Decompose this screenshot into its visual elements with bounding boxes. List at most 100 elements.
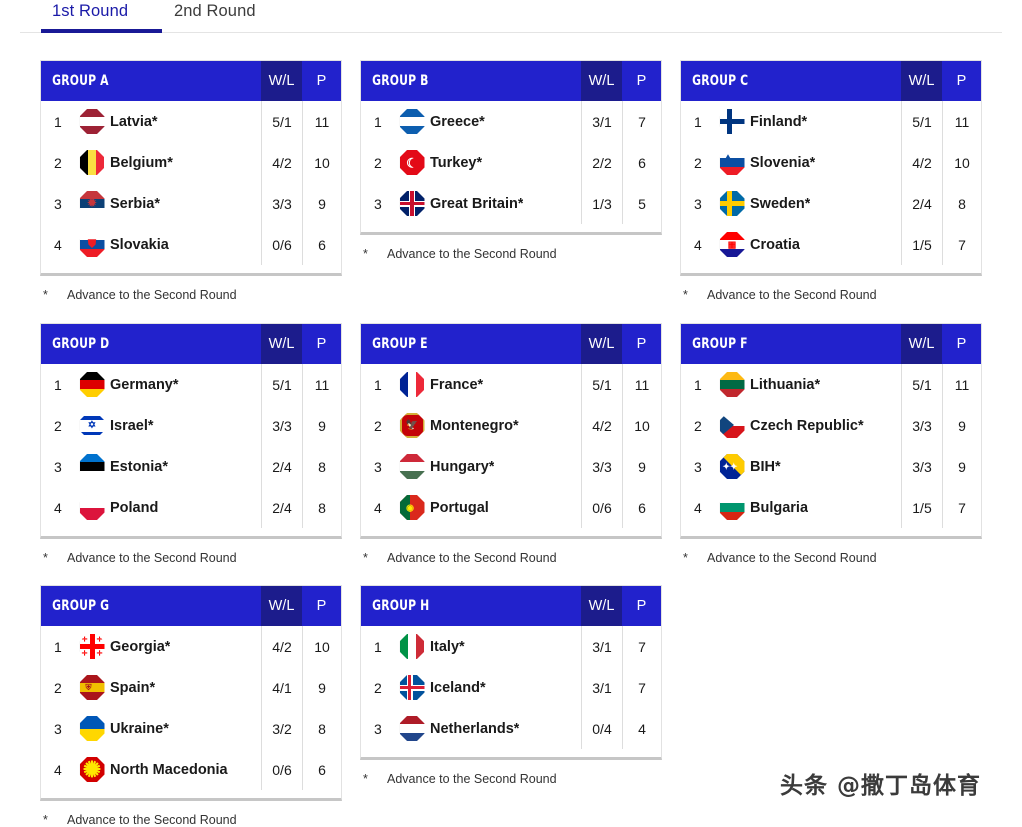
group-header: GROUP A W/L P	[41, 61, 341, 101]
group-header: GROUP F W/L P	[681, 324, 981, 364]
card-bottom-pad	[41, 790, 341, 798]
team-flag-icon: ⛊	[74, 232, 110, 257]
card-bottom-pad	[681, 265, 981, 273]
team-wl: 4/2	[261, 142, 302, 183]
group-card: GROUP C W/L P 1 Finland* 5/1 11 2 ⛰ Slovenia* 4/2 1…	[680, 60, 982, 276]
team-flag-icon: ✹	[74, 191, 110, 216]
team-cell: 1 Italy*	[361, 626, 581, 667]
table-row[interactable]: 2 ⛰ Slovenia* 4/2 10	[681, 142, 981, 183]
team-points: 11	[622, 364, 661, 405]
team-flag-icon	[74, 495, 110, 520]
table-row[interactable]: 4 ✺ North Macedonia 0/6 6	[41, 749, 341, 790]
team-rank: 3	[694, 458, 702, 475]
team-name: North Macedonia	[110, 761, 228, 778]
team-wl: 0/4	[581, 708, 622, 749]
flag-slovakia: ⛊	[79, 232, 105, 257]
table-row[interactable]: 4 ▦ Croatia 1/5 7	[681, 224, 981, 265]
group-card: GROUP B W/L P 1 Greece* 3/1 7 2 ☾ Turkey* 2/2 6 3 Gre…	[360, 60, 662, 235]
team-cell: 3 Estonia*	[41, 446, 261, 487]
table-row[interactable]: 4 ◉ Portugal 0/6 6	[361, 487, 661, 528]
table-row[interactable]: 1 Germany* 5/1 11	[41, 364, 341, 405]
table-row[interactable]: 1 Latvia* 5/1 11	[41, 101, 341, 142]
team-flag-icon	[74, 109, 110, 134]
team-cell: 2 ✡ Israel*	[41, 405, 261, 446]
column-header-p: P	[636, 598, 647, 614]
team-rank: 3	[374, 458, 382, 475]
table-row[interactable]: 1 Greece* 3/1 7	[361, 101, 661, 142]
table-row[interactable]: 2 ☾ Turkey* 2/2 6	[361, 142, 661, 183]
flag-germany	[79, 372, 105, 397]
flag-portugal: ◉	[399, 495, 425, 520]
advance-footnote: * Advance to the Second Round	[43, 813, 237, 827]
table-row[interactable]: 2 Belgium* 4/2 10	[41, 142, 341, 183]
flag-turkey: ☾	[399, 150, 425, 175]
team-name: Poland	[110, 499, 159, 516]
table-row[interactable]: 2 ⛨ Spain* 4/1 9	[41, 667, 341, 708]
team-flag-icon	[394, 109, 430, 134]
team-name: Great Britain*	[430, 195, 524, 212]
table-row[interactable]: 3 Ukraine* 3/2 8	[41, 708, 341, 749]
team-flag-icon	[714, 495, 750, 520]
team-name: Ukraine*	[110, 720, 169, 737]
team-points: 11	[302, 101, 341, 142]
team-wl: 1/5	[901, 224, 942, 265]
table-row[interactable]: 4 Poland 2/4 8	[41, 487, 341, 528]
group-card: GROUP D W/L P 1 Germany* 5/1 11 2 ✡ Israel* 3/3 9 3 E…	[40, 323, 342, 539]
table-row[interactable]: 4 Bulgaria 1/5 7	[681, 487, 981, 528]
team-name: Belgium*	[110, 154, 173, 171]
table-row[interactable]: 1 ✛ ✛ ✛ ✛ Georgia* 4/2 10	[41, 626, 341, 667]
table-row[interactable]: 1 Finland* 5/1 11	[681, 101, 981, 142]
table-row[interactable]: 2 Iceland* 3/1 7	[361, 667, 661, 708]
table-row[interactable]: 2 Czech Republic* 3/3 9	[681, 405, 981, 446]
advance-footnote: * Advance to the Second Round	[363, 247, 557, 261]
table-row[interactable]: 3 ✹ Serbia* 3/3 9	[41, 183, 341, 224]
table-row[interactable]: 1 France* 5/1 11	[361, 364, 661, 405]
flag-bih: ✦✦	[719, 454, 745, 479]
team-name: Sweden*	[750, 195, 811, 212]
table-row[interactable]: 1 Italy* 3/1 7	[361, 626, 661, 667]
team-rank: 1	[54, 638, 62, 655]
team-rank: 3	[54, 458, 62, 475]
table-row[interactable]: 2 ✡ Israel* 3/3 9	[41, 405, 341, 446]
table-row[interactable]: 3 Estonia* 2/4 8	[41, 446, 341, 487]
group-card: GROUP E W/L P 1 France* 5/1 11 2 🦅 Montenegro* 4/2…	[360, 323, 662, 539]
table-row[interactable]: 3 Hungary* 3/3 9	[361, 446, 661, 487]
team-rank: 3	[374, 720, 382, 737]
team-wl: 2/4	[261, 446, 302, 487]
team-name: Bulgaria	[750, 499, 809, 516]
footnote-text: Advance to the Second Round	[707, 551, 877, 565]
team-wl: 4/2	[901, 142, 942, 183]
group-name: GROUP C	[692, 73, 749, 89]
table-row[interactable]: 3 Sweden* 2/4 8	[681, 183, 981, 224]
table-row[interactable]: 3 ✦✦ BIH* 3/3 9	[681, 446, 981, 487]
table-row[interactable]: 1 Lithuania* 5/1 11	[681, 364, 981, 405]
team-name: Slovenia*	[750, 154, 816, 171]
team-rank: 1	[374, 638, 382, 655]
team-wl: 2/4	[901, 183, 942, 224]
team-points: 4	[622, 708, 661, 749]
team-wl: 1/5	[901, 487, 942, 528]
flag-serbia: ✹	[79, 191, 105, 216]
team-wl: 3/2	[261, 708, 302, 749]
table-row[interactable]: 3 Great Britain* 1/3 5	[361, 183, 661, 224]
team-rank: 3	[374, 195, 382, 212]
card-bottom-pad	[41, 265, 341, 273]
group-card: GROUP A W/L P 1 Latvia* 5/1 11 2 Belgium* 4/2 10 3 ✹…	[40, 60, 342, 276]
table-row[interactable]: 4 ⛊ Slovakia 0/6 6	[41, 224, 341, 265]
team-cell: 1 Lithuania*	[681, 364, 901, 405]
team-wl: 2/2	[581, 142, 622, 183]
card-bottom-pad	[681, 528, 981, 536]
table-row[interactable]: 2 🦅 Montenegro* 4/2 10	[361, 405, 661, 446]
footnote-star: *	[363, 551, 368, 565]
group-card: GROUP H W/L P 1 Italy* 3/1 7 2 Iceland* 3/1 7 3 Neth…	[360, 585, 662, 760]
table-row[interactable]: 3 Netherlands* 0/4 4	[361, 708, 661, 749]
flag-georgia: ✛ ✛ ✛ ✛	[79, 634, 105, 659]
team-name: Estonia*	[110, 458, 169, 475]
team-wl: 5/1	[901, 364, 942, 405]
column-header-wl: W/L	[901, 61, 942, 101]
team-name: Serbia*	[110, 195, 160, 212]
team-flag-icon: ⛨	[74, 675, 110, 700]
flag-latvia	[79, 109, 105, 134]
team-rank: 2	[694, 154, 702, 171]
team-name: Israel*	[110, 417, 154, 434]
